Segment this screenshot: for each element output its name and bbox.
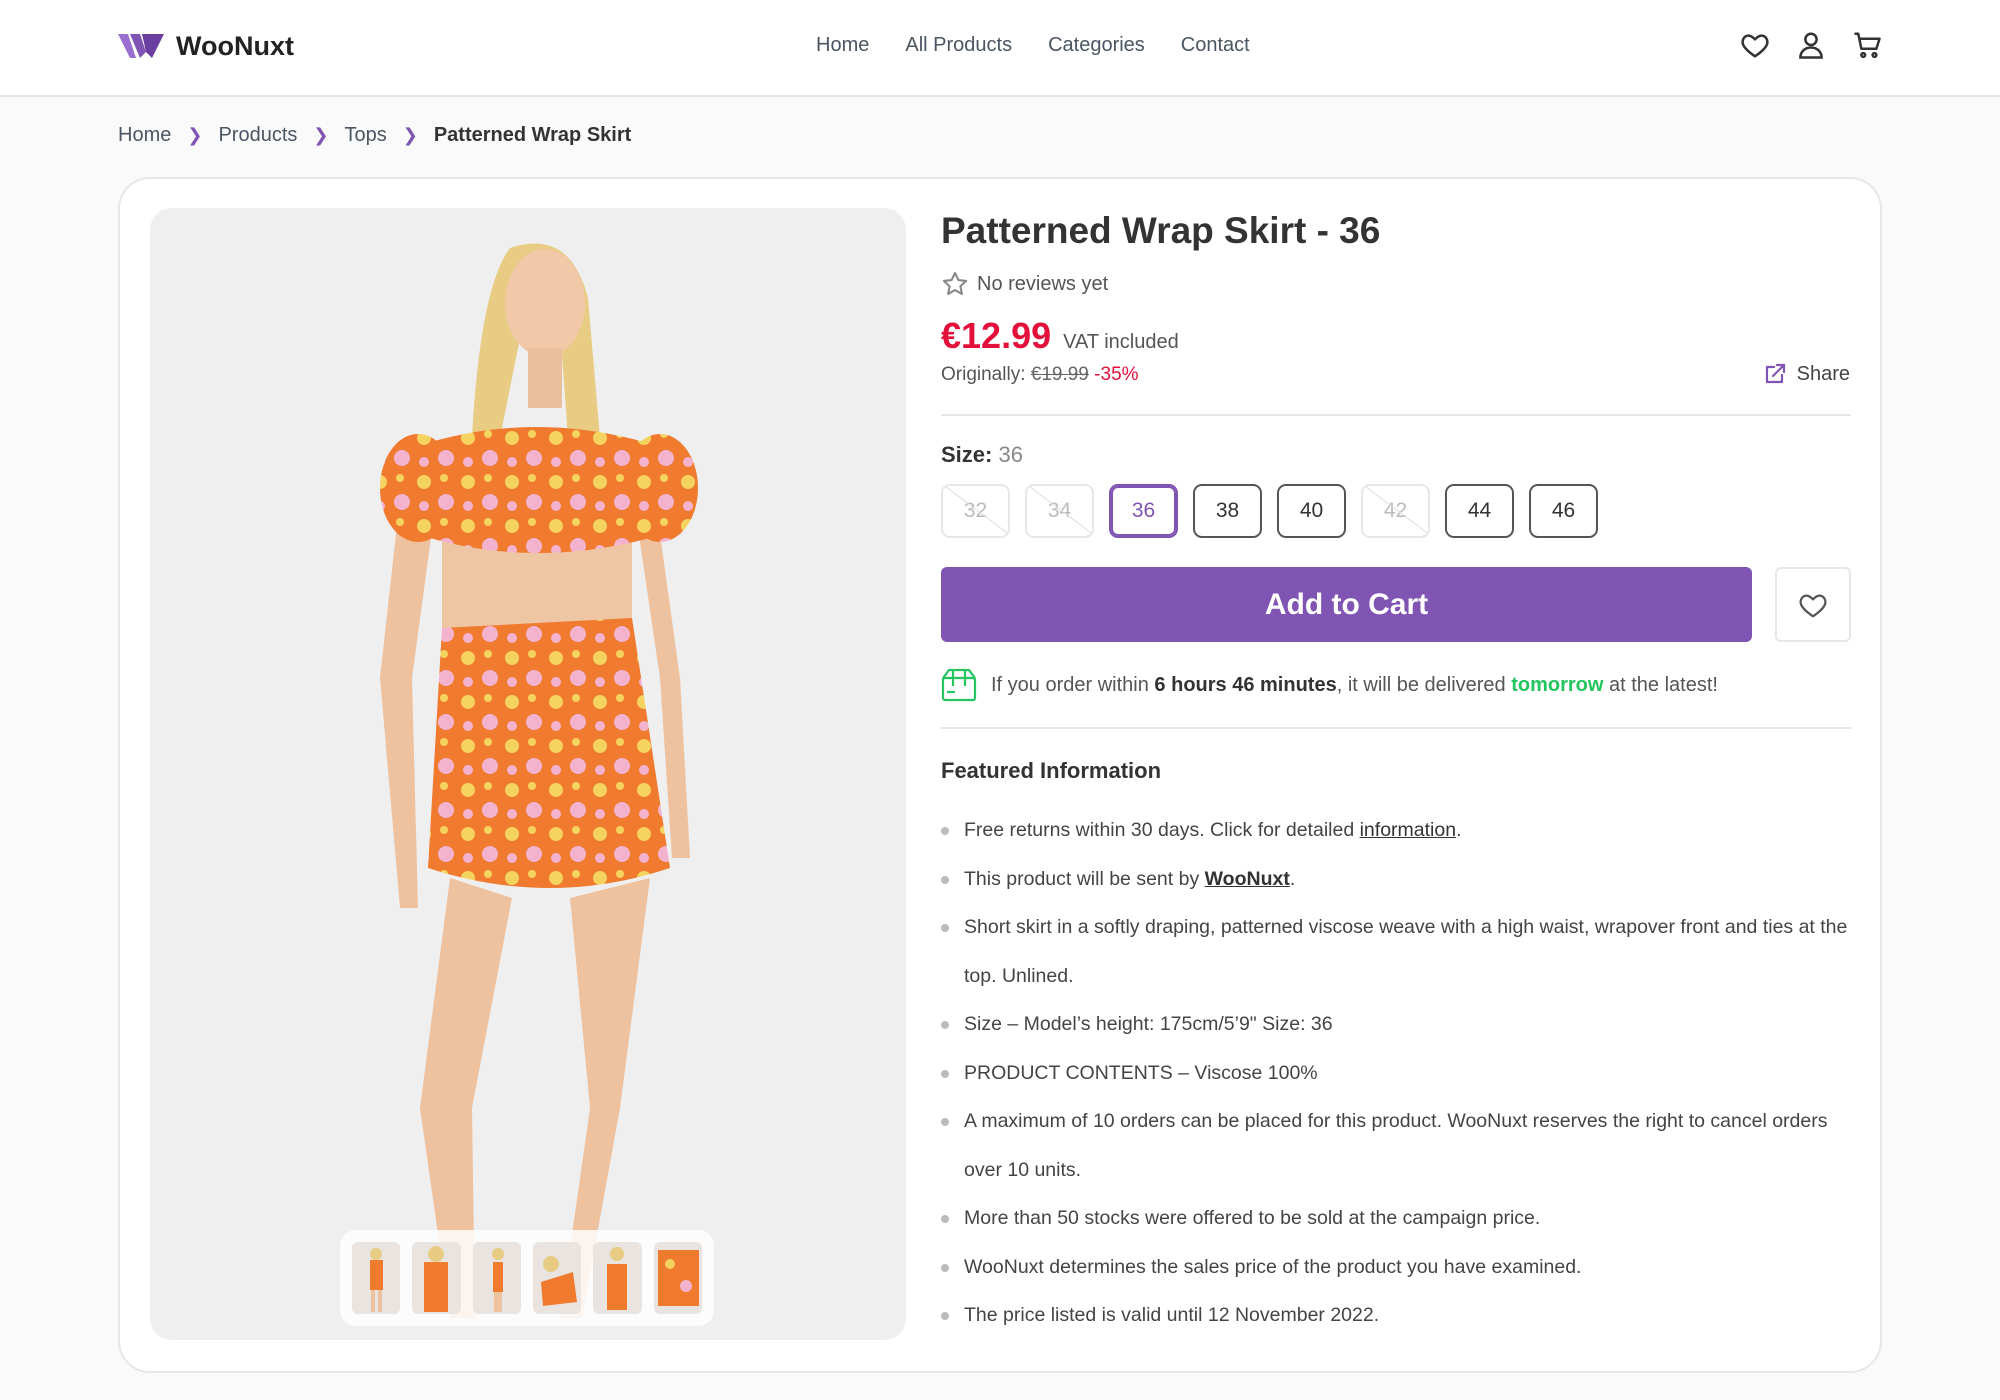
vat-label: VAT included bbox=[1063, 331, 1179, 353]
chevron-right-icon: ❯ bbox=[402, 125, 418, 145]
woonuxt-link[interactable]: WooNuxt bbox=[1205, 868, 1290, 890]
reviews-text: No reviews yet bbox=[977, 272, 1109, 295]
chevron-right-icon: ❯ bbox=[187, 125, 203, 145]
list-item: A maximum of 10 orders can be placed for… bbox=[941, 1097, 1851, 1194]
nav-contact[interactable]: Contact bbox=[1181, 34, 1250, 57]
user-icon[interactable] bbox=[1796, 30, 1826, 60]
discount-badge: -35% bbox=[1094, 364, 1139, 385]
nav-categories[interactable]: Categories bbox=[1048, 34, 1145, 57]
external-link-icon bbox=[1765, 363, 1785, 384]
list-item: This product will be sent by WooNuxt. bbox=[941, 855, 1851, 904]
size-option-44[interactable]: 44 bbox=[1445, 484, 1514, 538]
breadcrumb-products[interactable]: Products bbox=[218, 124, 297, 147]
rating: No reviews yet bbox=[941, 270, 1108, 298]
list-item: Free returns within 30 days. Click for d… bbox=[941, 806, 1851, 855]
delivery-suffix: at the latest! bbox=[1609, 673, 1718, 696]
size-option-36[interactable]: 36 bbox=[1109, 484, 1178, 538]
size-option-34: 34 bbox=[1025, 484, 1094, 538]
product-image[interactable] bbox=[150, 208, 906, 1340]
price: €12.99 bbox=[941, 315, 1052, 356]
chevron-right-icon: ❯ bbox=[313, 125, 329, 145]
original-price: €19.99 bbox=[1030, 364, 1089, 385]
list-item: Short skirt in a softly draping, pattern… bbox=[941, 903, 1851, 1000]
delivery-box-icon bbox=[941, 668, 977, 702]
price-row: €12.99 VAT included bbox=[941, 315, 1179, 357]
thumbnail-5[interactable] bbox=[593, 1242, 642, 1314]
site-header: WooNuxt Home All Products Categories Con… bbox=[0, 0, 2000, 97]
cart-icon[interactable] bbox=[1852, 30, 1882, 60]
size-option-46[interactable]: 46 bbox=[1529, 484, 1598, 538]
thumbnail-6[interactable] bbox=[653, 1242, 702, 1314]
breadcrumb-home[interactable]: Home bbox=[118, 124, 171, 147]
returns-text: Free returns within 30 days. Click for d… bbox=[964, 819, 1355, 841]
original-label: Originally: bbox=[941, 364, 1026, 385]
thumbnail-strip bbox=[340, 1230, 714, 1326]
star-icon bbox=[942, 271, 968, 295]
heart-icon[interactable] bbox=[1740, 30, 1770, 60]
main-nav: Home All Products Categories Contact bbox=[816, 34, 1250, 57]
thumbnail-2[interactable] bbox=[412, 1242, 461, 1314]
nav-all-products[interactable]: All Products bbox=[905, 34, 1012, 57]
featured-list: Free returns within 30 days. Click for d… bbox=[941, 806, 1851, 1340]
share-label: Share bbox=[1796, 362, 1850, 385]
share-button[interactable]: Share bbox=[1763, 362, 1850, 386]
list-item: More than 50 stocks were offered to be s… bbox=[941, 1194, 1851, 1243]
divider bbox=[941, 727, 1851, 729]
sent-text: This product will be sent by bbox=[964, 867, 1200, 890]
list-item: Size – Model’s height: 175cm/5’9" Size: … bbox=[941, 1000, 1851, 1049]
header-icons bbox=[1740, 30, 1882, 60]
delivery-day: tomorrow bbox=[1511, 673, 1604, 696]
woonuxt-logo-icon bbox=[118, 34, 164, 58]
breadcrumb-current: Patterned Wrap Skirt bbox=[433, 124, 632, 146]
list-item: WooNuxt determines the sales price of th… bbox=[941, 1243, 1851, 1292]
list-item: PRODUCT CONTENTS – Viscose 100% bbox=[941, 1049, 1851, 1098]
size-label-text: Size: bbox=[941, 442, 993, 467]
delivery-info: If you order within 6 hours 46 minutes, … bbox=[941, 668, 1718, 702]
delivery-prefix: If you order within bbox=[991, 673, 1149, 696]
list-item: The price listed is valid until 12 Novem… bbox=[941, 1291, 1851, 1340]
logo[interactable]: WooNuxt bbox=[118, 30, 294, 62]
size-option-40[interactable]: 40 bbox=[1277, 484, 1346, 538]
size-option-42: 42 bbox=[1361, 484, 1430, 538]
breadcrumb: Home ❯ Products ❯ Tops ❯ Patterned Wrap … bbox=[118, 124, 631, 147]
heart-icon bbox=[1799, 594, 1827, 617]
size-value: 36 bbox=[998, 442, 1023, 467]
add-to-cart-button[interactable]: Add to Cart bbox=[941, 567, 1752, 642]
featured-title: Featured Information bbox=[941, 758, 1162, 783]
original-price-line: Originally: €19.99 -35% bbox=[941, 364, 1139, 386]
delivery-middle: , it will be delivered bbox=[1336, 673, 1506, 696]
thumbnail-3[interactable] bbox=[472, 1242, 521, 1314]
delivery-text: If you order within 6 hours 46 minutes, … bbox=[991, 674, 1718, 697]
logo-text: WooNuxt bbox=[176, 30, 294, 61]
product-photo bbox=[380, 243, 698, 1318]
thumbnail-1[interactable] bbox=[352, 1242, 401, 1314]
size-option-38[interactable]: 38 bbox=[1193, 484, 1262, 538]
size-options: 32 34 36 38 40 42 44 46 bbox=[941, 484, 1598, 538]
nav-home[interactable]: Home bbox=[816, 34, 869, 57]
delivery-time: 6 hours 46 minutes bbox=[1154, 673, 1337, 696]
size-label: Size: 36 bbox=[941, 442, 1023, 468]
size-option-32: 32 bbox=[941, 484, 1010, 538]
product-title: Patterned Wrap Skirt - 36 bbox=[941, 210, 1381, 251]
information-link[interactable]: information bbox=[1360, 819, 1456, 841]
wishlist-button[interactable] bbox=[1775, 567, 1851, 642]
thumbnail-4[interactable] bbox=[532, 1242, 582, 1314]
breadcrumb-tops[interactable]: Tops bbox=[344, 124, 386, 147]
divider bbox=[941, 414, 1851, 416]
